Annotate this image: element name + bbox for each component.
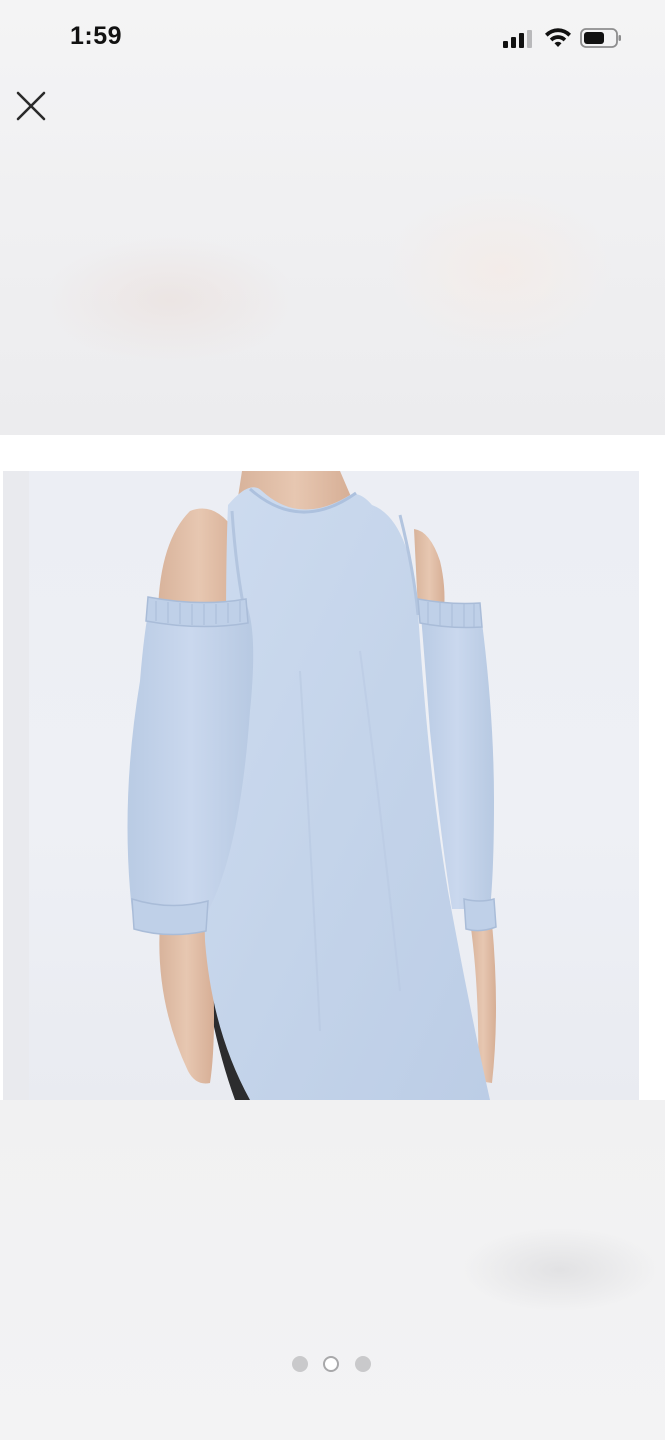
pager-dot-2-active[interactable] bbox=[323, 1356, 339, 1372]
pager-dot-1[interactable] bbox=[292, 1356, 308, 1372]
photo-viewer-screen: 1:59 bbox=[0, 0, 665, 1440]
blurred-background-bottom bbox=[0, 1100, 665, 1440]
image-top-spacer bbox=[0, 435, 665, 471]
image-pager bbox=[290, 1354, 376, 1374]
status-bar: 1:59 bbox=[0, 0, 665, 80]
close-button[interactable] bbox=[12, 86, 50, 124]
product-photo-illustration bbox=[127, 471, 497, 1100]
cellular-signal-icon bbox=[503, 30, 532, 48]
pager-dot-3[interactable] bbox=[355, 1356, 371, 1372]
status-time: 1:59 bbox=[70, 22, 123, 50]
product-photo[interactable] bbox=[0, 471, 665, 1100]
close-icon bbox=[16, 91, 46, 121]
wifi-icon bbox=[545, 28, 571, 47]
battery-icon bbox=[580, 28, 621, 48]
